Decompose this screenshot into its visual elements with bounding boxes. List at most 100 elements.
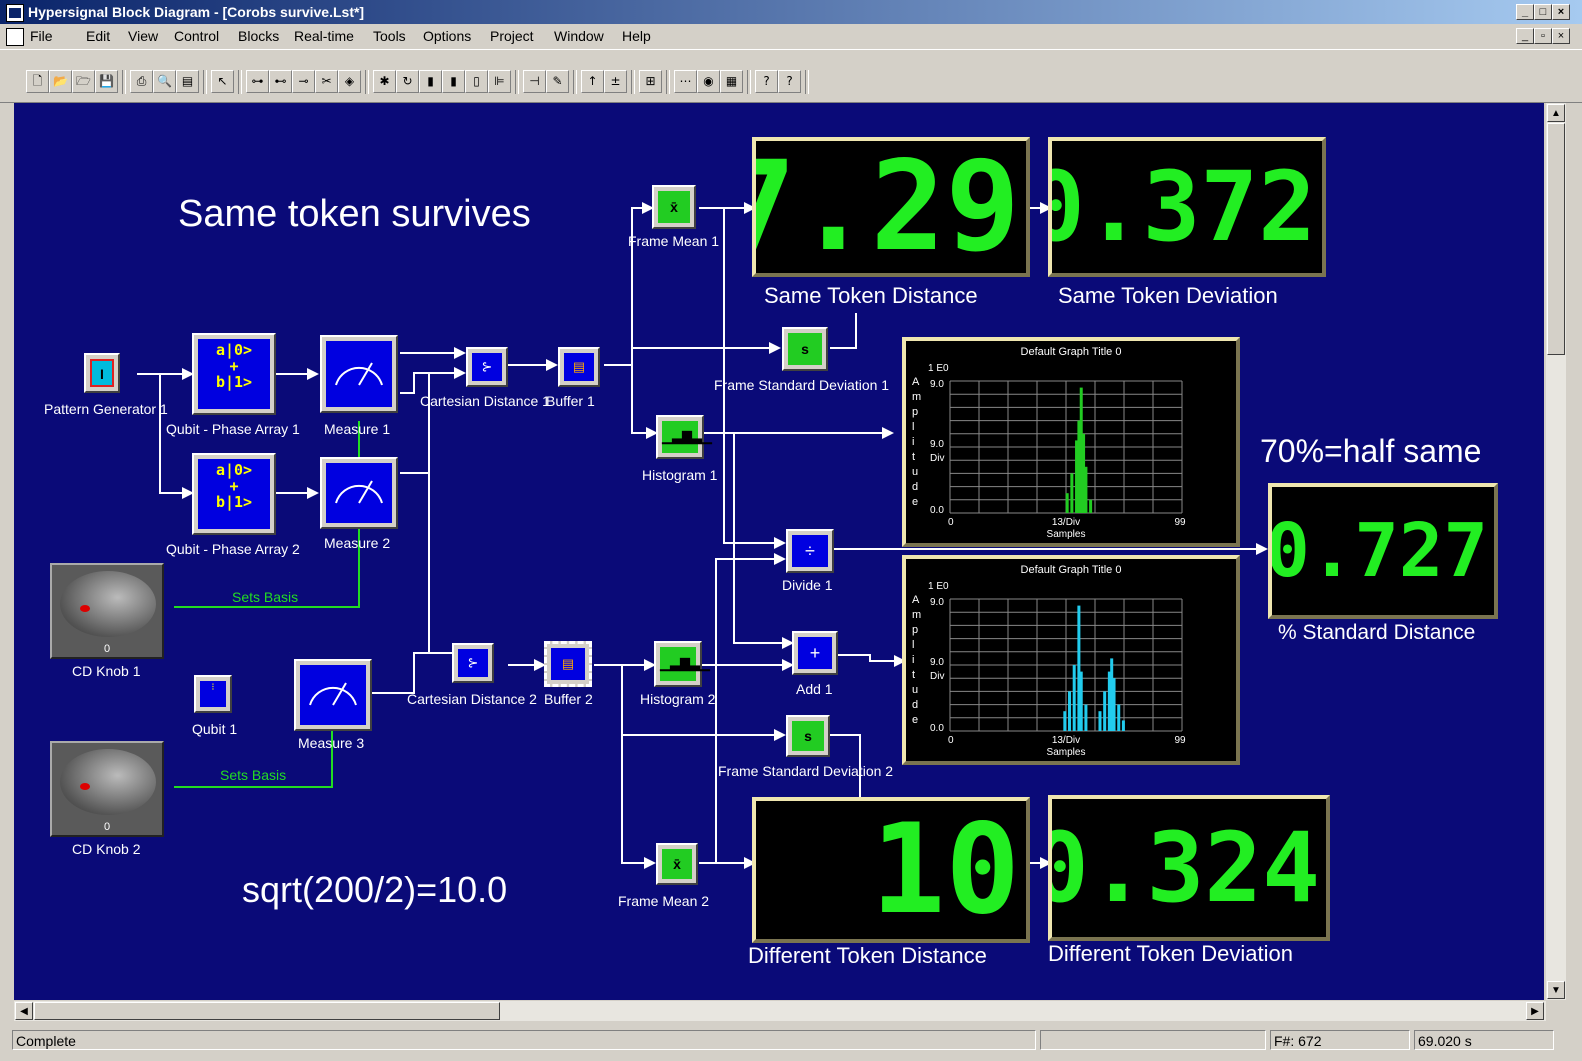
vertical-scrollbar[interactable]: ▲ ▼ xyxy=(1546,103,1566,1000)
add-1-block[interactable]: + xyxy=(792,631,838,675)
frame-std-2-block[interactable]: s xyxy=(786,715,830,757)
menu-help[interactable]: Help xyxy=(622,28,651,44)
debug-icon[interactable]: ✱ xyxy=(373,70,396,93)
doc-close-button[interactable]: × xyxy=(1552,28,1570,44)
qubit-phase-array-1-block[interactable]: a|0> + b|1> xyxy=(192,333,276,415)
histogram-2-block[interactable]: ▁▃▇▃▁ xyxy=(654,641,710,687)
properties-icon[interactable]: ▤ xyxy=(176,70,199,93)
measure-3-block[interactable] xyxy=(294,659,372,731)
minimize-button[interactable]: _ xyxy=(1516,4,1534,20)
zoom-icon[interactable]: ± xyxy=(604,70,627,93)
menu-control[interactable]: Control xyxy=(174,28,219,44)
y-tick-label: 9.0 xyxy=(930,379,944,390)
graph-scale: 1 E0 xyxy=(928,581,949,592)
histogram-graph-1[interactable]: Default Graph Title 0 1 E0 9.0 9.0 Div 0.0 Am p… xyxy=(902,337,1240,547)
open-project-icon[interactable]: 🗁 xyxy=(72,70,95,93)
menu-view[interactable]: View xyxy=(128,28,158,44)
link-icon[interactable]: ⊸ xyxy=(292,70,315,93)
menu-edit[interactable]: Edit xyxy=(86,28,110,44)
stop-icon[interactable]: ▯ xyxy=(465,70,488,93)
histogram-bar xyxy=(1070,473,1074,513)
std-icon: s xyxy=(788,333,822,365)
blocks-icon[interactable]: ▦ xyxy=(720,70,743,93)
different-token-deviation-label: Different Token Deviation xyxy=(1048,941,1293,966)
frame-std-1-label: Frame Standard Deviation 1 xyxy=(714,377,890,393)
qubit-1-block[interactable]: ⁝ xyxy=(194,675,232,713)
frame-mean-1-block[interactable]: x̄ xyxy=(652,185,696,229)
disabled-icon[interactable]: ◈ xyxy=(338,70,361,93)
connect-icon[interactable]: ⊶ xyxy=(246,70,269,93)
measure-2-block[interactable] xyxy=(320,457,398,529)
diagram-canvas[interactable]: Same token survives sqrt(200/2)=10.0 70%… xyxy=(14,103,1544,1000)
x-tick-label: 13/Div xyxy=(1052,735,1080,746)
divide-1-block[interactable]: ÷ xyxy=(786,529,834,573)
run-icon[interactable]: ▮ xyxy=(419,70,442,93)
buffer-1-block[interactable]: ▤ xyxy=(558,347,600,387)
pointer-icon[interactable]: ↖ xyxy=(211,70,234,93)
buffer-1-label: Buffer 1 xyxy=(546,393,595,409)
frame-std-1-block[interactable]: s xyxy=(782,327,828,371)
menu-tools[interactable]: Tools xyxy=(373,28,406,44)
align-left-icon[interactable]: ⊫ xyxy=(488,70,511,93)
knob-dial-icon[interactable] xyxy=(60,749,156,815)
frame-mean-2-block[interactable]: x̄ xyxy=(656,843,698,885)
knob-indicator xyxy=(80,783,90,790)
buffer-2-block[interactable]: ▤ xyxy=(544,641,592,687)
y-axis-label: A xyxy=(912,376,920,388)
menu-project[interactable]: Project xyxy=(490,28,534,44)
help-icon[interactable]: ? xyxy=(778,70,801,93)
y-tick-label: 0.0 xyxy=(930,505,944,516)
knob-2-value: 0 xyxy=(103,821,111,833)
scroll-down-icon[interactable]: ▼ xyxy=(1547,981,1565,999)
qubit-phase-array-2-block[interactable]: a|0> + b|1> xyxy=(192,453,276,535)
pattern-generator-block[interactable]: I xyxy=(84,353,120,393)
scroll-up-icon[interactable]: ▲ xyxy=(1547,104,1565,122)
y-tick-label: Div xyxy=(930,453,944,464)
context-help-icon[interactable]: ? xyxy=(755,70,778,93)
grid-icon[interactable]: ⊞ xyxy=(639,70,662,93)
grid-dots-icon[interactable]: ⋯ xyxy=(674,70,697,93)
menu-blocks[interactable]: Blocks xyxy=(238,28,279,44)
scroll-left-icon[interactable]: ◀ xyxy=(15,1002,33,1020)
cd-knob-1[interactable]: 0 xyxy=(50,563,164,659)
close-button[interactable]: × xyxy=(1552,4,1570,20)
measure-1-block[interactable] xyxy=(320,335,398,413)
branch-icon[interactable]: ⊷ xyxy=(269,70,292,93)
horizontal-scrollbar[interactable]: ◀ ▶ xyxy=(14,1001,1546,1021)
menu-window[interactable]: Window xyxy=(554,28,604,44)
menu-real-time[interactable]: Real-time xyxy=(294,28,354,44)
print-preview-icon[interactable]: 🔍 xyxy=(153,70,176,93)
arrow-up-icon[interactable]: ↑ xyxy=(581,70,604,93)
display-icon[interactable]: ◉ xyxy=(697,70,720,93)
app-icon[interactable] xyxy=(6,4,24,22)
same-token-deviation-label: Same Token Deviation xyxy=(1058,283,1278,308)
horizontal-scroll-thumb[interactable] xyxy=(34,1002,500,1020)
print-icon[interactable]: ⎙ xyxy=(130,70,153,93)
histogram-bar xyxy=(1117,704,1121,731)
qubit-phase-array-1-label: Qubit - Phase Array 1 xyxy=(166,421,300,437)
knob-dial-icon[interactable] xyxy=(60,571,156,637)
save-icon[interactable]: 💾 xyxy=(95,70,118,93)
doc-minimize-button[interactable]: _ xyxy=(1516,28,1534,44)
vertical-scroll-thumb[interactable] xyxy=(1547,123,1565,355)
document-icon[interactable] xyxy=(6,28,24,46)
histogram-1-block[interactable]: ▁▃▇▃▁ xyxy=(656,415,712,459)
pencil-icon[interactable]: ✎ xyxy=(546,70,569,93)
align-right-icon[interactable]: ⊣ xyxy=(523,70,546,93)
cd-knob-2[interactable]: 0 xyxy=(50,741,164,837)
reset-icon[interactable]: ↻ xyxy=(396,70,419,93)
doc-restore-button[interactable]: ▫ xyxy=(1534,28,1552,44)
cartesian-distance-1-block[interactable]: ⊱ xyxy=(466,347,508,387)
menu-options[interactable]: Options xyxy=(423,28,471,44)
maximize-button[interactable]: □ xyxy=(1534,4,1552,20)
window-title: Hypersignal Block Diagram - [Corobs surv… xyxy=(28,4,365,20)
cartesian-distance-2-block[interactable]: ⊱ xyxy=(452,643,494,683)
scroll-right-icon[interactable]: ▶ xyxy=(1526,1002,1544,1020)
cut-icon[interactable]: ✂ xyxy=(315,70,338,93)
new-icon[interactable]: 🗋 xyxy=(26,70,49,93)
menu-file[interactable]: File xyxy=(30,28,53,44)
histogram-graph-2[interactable]: Default Graph Title 0 1 E0 9.0 9.0 Div 0.0 Am p… xyxy=(902,555,1240,765)
add-icon: + xyxy=(798,637,832,669)
run-continuous-icon[interactable]: ▮ xyxy=(442,70,465,93)
open-icon[interactable]: 📂 xyxy=(49,70,72,93)
